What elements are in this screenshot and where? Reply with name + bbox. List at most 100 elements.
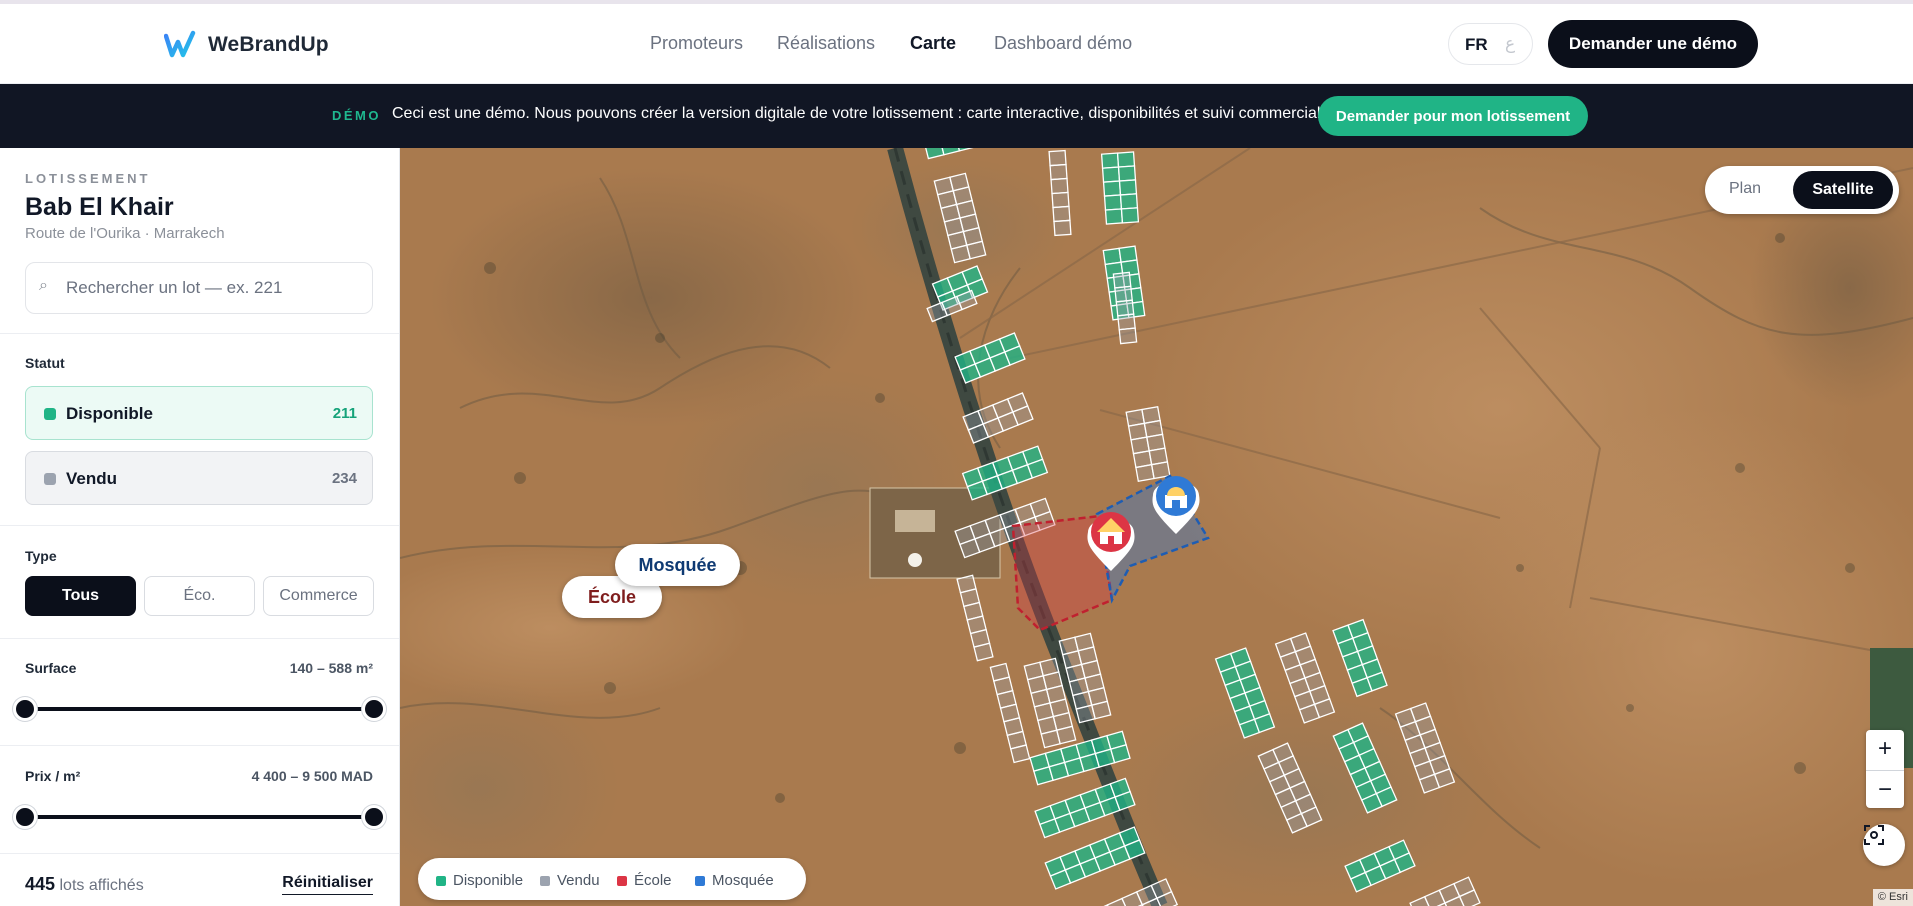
lot-parcel[interactable] xyxy=(1115,299,1135,317)
lot-parcel[interactable] xyxy=(1049,163,1068,181)
price-range-value: 4 400 – 9 500 MAD xyxy=(251,768,373,784)
zoom-in-button[interactable]: + xyxy=(1866,730,1904,768)
lot-search-input[interactable] xyxy=(66,263,366,313)
zoom-out-button[interactable]: − xyxy=(1866,770,1904,808)
reset-filters-link[interactable]: Réinitialiser xyxy=(282,874,373,895)
lot-parcel[interactable] xyxy=(965,240,987,260)
lot-parcel[interactable] xyxy=(1118,179,1138,196)
nav-promoteurs[interactable]: Promoteurs xyxy=(650,33,743,54)
demo-tag: DÉMO xyxy=(332,108,381,123)
legend-label: Mosquée xyxy=(712,872,774,889)
status-count-disponible: 211 xyxy=(332,405,357,422)
lot-parcel[interactable] xyxy=(1050,177,1069,195)
lang-ar[interactable]: ع xyxy=(1505,34,1515,54)
status-label-disponible: Disponible xyxy=(66,404,153,423)
lot-parcel[interactable] xyxy=(1112,271,1132,289)
filter-sidebar: LOTISSEMENT Bab El Khair Route de l'Ouri… xyxy=(0,148,400,906)
lot-parcel[interactable] xyxy=(1090,700,1112,720)
legend-item-ecole: École xyxy=(617,872,672,889)
status-filter-vendu[interactable]: Vendu 234 xyxy=(25,451,373,505)
lot-parcel[interactable] xyxy=(1100,152,1120,169)
status-label-vendu: Vendu xyxy=(66,469,118,488)
lot-parcel[interactable] xyxy=(1150,461,1171,480)
divider xyxy=(0,333,399,334)
satellite-view-button[interactable]: Satellite xyxy=(1793,171,1893,209)
lot-parcel[interactable] xyxy=(1051,191,1070,209)
price-min-handle[interactable] xyxy=(13,805,37,829)
zoom-controls: + − xyxy=(1866,730,1904,808)
nav-carte[interactable]: Carte xyxy=(910,33,956,54)
lot-parcel[interactable] xyxy=(1048,149,1067,167)
status-label: Statut xyxy=(25,355,65,371)
legend-swatch-mosquee xyxy=(695,875,705,886)
type-eco-button[interactable]: Éco. xyxy=(144,576,255,616)
request-for-lotissement-button[interactable]: Demander pour mon lotissement xyxy=(1318,96,1588,136)
legend-swatch-disponible xyxy=(436,875,446,886)
nav-realisations[interactable]: Réalisations xyxy=(777,33,875,54)
recenter-icon xyxy=(1864,825,1884,845)
lot-parcel[interactable] xyxy=(1104,208,1124,225)
map-legend: Disponible Vendu École Mosquée xyxy=(418,858,806,900)
lot-parcel[interactable] xyxy=(1053,219,1072,237)
map-style-toggle: Plan Satellite xyxy=(1705,166,1899,214)
lot-parcel[interactable] xyxy=(1103,194,1123,211)
legend-item-vendu: Vendu xyxy=(540,872,600,889)
lotissement-title: Bab El Khair xyxy=(25,193,174,221)
lot-parcel[interactable] xyxy=(1101,166,1121,183)
lot-parcel[interactable] xyxy=(1117,313,1136,331)
legend-item-disponible: Disponible xyxy=(436,872,523,889)
divider xyxy=(0,638,399,639)
surface-label: Surface xyxy=(25,660,77,676)
surface-max-handle[interactable] xyxy=(362,697,386,721)
legend-item-mosquee: Mosquée xyxy=(695,872,774,889)
lot-parcel[interactable] xyxy=(1117,165,1137,182)
surface-slider-track[interactable] xyxy=(25,707,375,711)
map-canvas[interactable] xyxy=(400,148,1913,906)
lot-parcel[interactable] xyxy=(1135,463,1155,482)
surface-range-value: 140 – 588 m² xyxy=(289,660,373,676)
search-icon: ⌕ xyxy=(39,277,48,294)
lot-parcel[interactable] xyxy=(1116,151,1136,168)
plan-view-button[interactable]: Plan xyxy=(1729,180,1761,198)
satellite-map[interactable]: École Mosquée Plan Satellite + − Disponi… xyxy=(400,148,1913,906)
lot-parcel[interactable] xyxy=(973,642,994,662)
legend-swatch-ecole xyxy=(617,875,627,886)
price-slider-track[interactable] xyxy=(25,815,375,819)
lot-parcel[interactable] xyxy=(1119,193,1139,210)
mosquee-label[interactable]: Mosquée xyxy=(615,544,740,586)
lot-block-disponible[interactable] xyxy=(1100,151,1140,225)
lotissement-subtitle: Route de l'Ourika · Marrakech xyxy=(25,225,225,242)
demo-message: Ceci est une démo. Nous pouvons créer la… xyxy=(392,105,1325,122)
lots-count-suffix: lots affichés xyxy=(59,877,144,894)
legend-label: École xyxy=(634,872,672,889)
demo-banner: DÉMO Ceci est une démo. Nous pouvons cré… xyxy=(0,84,1913,148)
lang-fr[interactable]: FR xyxy=(1465,35,1488,55)
lot-parcel[interactable] xyxy=(1102,180,1122,197)
site-header: WeBrandUp Promoteurs Réalisations Carte … xyxy=(0,4,1913,84)
recenter-button[interactable] xyxy=(1863,824,1905,866)
nav-dashboard-demo[interactable]: Dashboard démo xyxy=(994,33,1132,54)
lots-count-value: 445 xyxy=(25,874,56,894)
type-commerce-button[interactable]: Commerce xyxy=(263,576,374,616)
lot-parcel[interactable] xyxy=(1055,725,1077,745)
lot-parcel[interactable] xyxy=(1052,205,1071,223)
lot-parcel[interactable] xyxy=(1120,207,1140,224)
map-attribution: © Esri xyxy=(1872,889,1913,906)
status-count-vendu: 234 xyxy=(331,470,357,487)
status-filter-disponible[interactable]: Disponible 211 xyxy=(25,386,373,440)
divider xyxy=(0,525,399,526)
surface-min-handle[interactable] xyxy=(13,697,37,721)
request-demo-button[interactable]: Demander une démo xyxy=(1548,20,1758,68)
price-label: Prix / m² xyxy=(25,768,81,784)
lot-parcel[interactable] xyxy=(1009,744,1031,764)
vendu-dot xyxy=(44,473,56,485)
sidebar-eyebrow: LOTISSEMENT xyxy=(25,171,151,186)
legend-swatch-vendu xyxy=(540,875,550,886)
divider xyxy=(0,745,399,746)
price-max-handle[interactable] xyxy=(362,805,386,829)
lot-parcel[interactable] xyxy=(1118,327,1138,345)
lots-count: 445 lots affichés xyxy=(25,874,144,895)
lot-parcel[interactable] xyxy=(1114,285,1133,303)
type-tous-button[interactable]: Tous xyxy=(25,576,136,616)
language-switcher[interactable]: FR ع xyxy=(1448,23,1533,65)
